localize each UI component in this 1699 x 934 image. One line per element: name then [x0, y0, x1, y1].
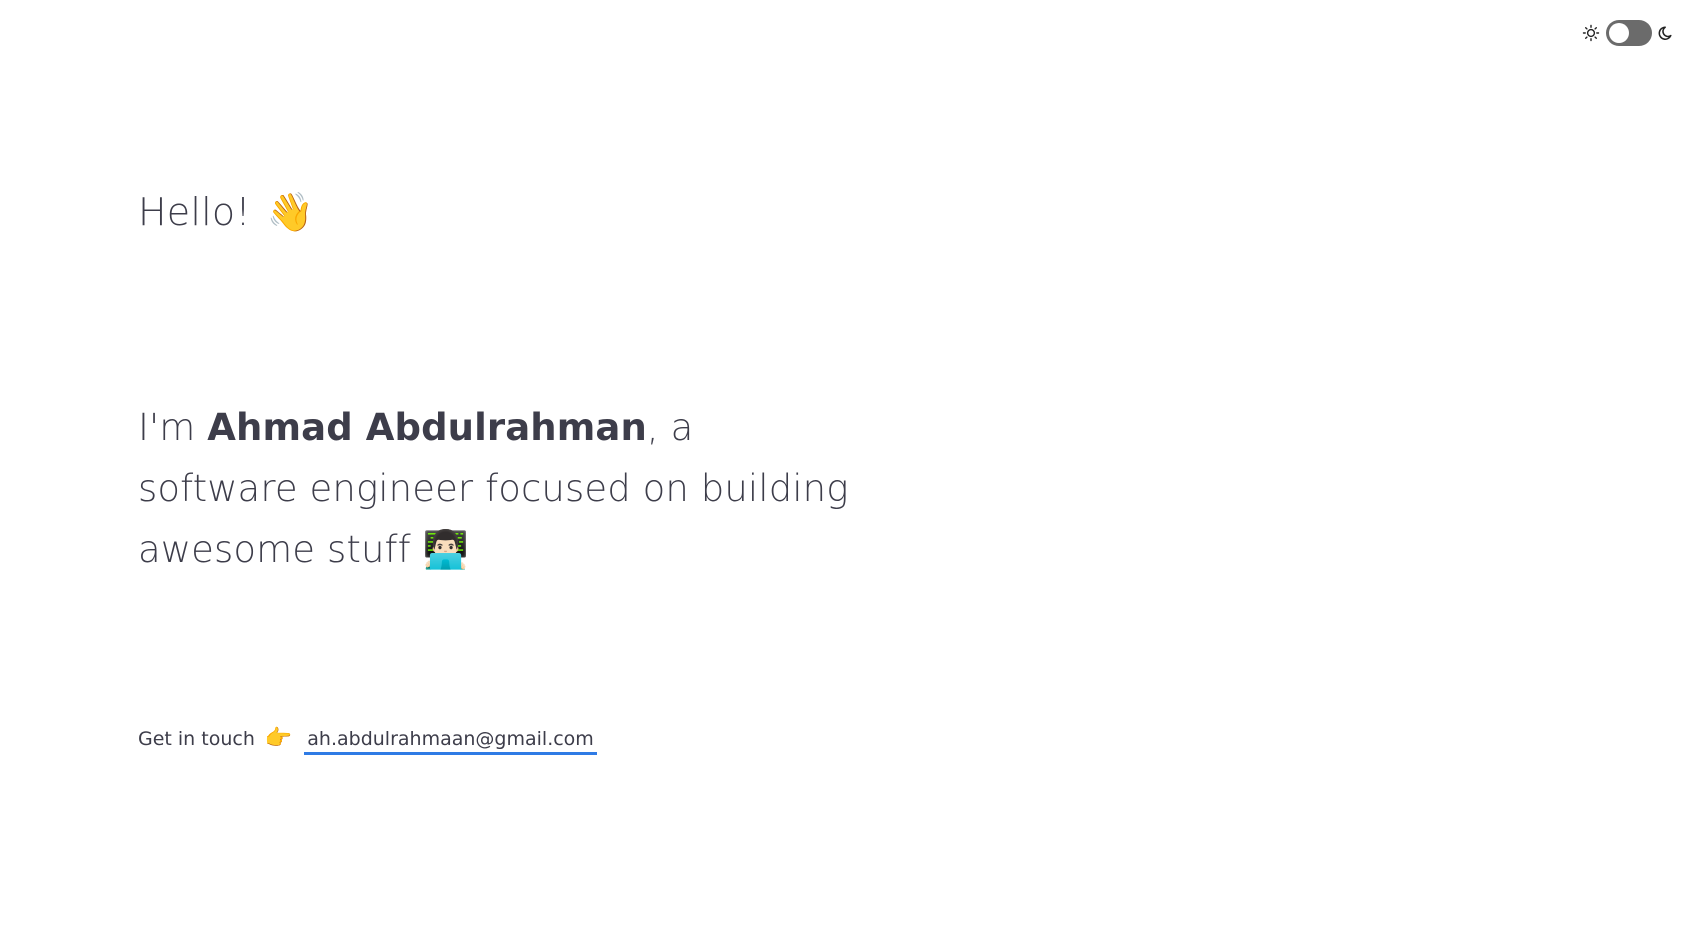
technologist-icon: 👨🏻‍💻 [422, 528, 469, 571]
waving-hand-icon: 👋 [266, 190, 315, 234]
page: Hello! 👋 I'm Ahmad Abdulrahman, a softwar… [0, 0, 1699, 934]
intro-prefix: I'm [138, 406, 208, 449]
toggle-knob [1609, 23, 1629, 43]
greeting-heading: Hello! 👋 [138, 184, 314, 240]
author-name: Ahmad Abdulrahman [207, 406, 647, 449]
theme-toggle [1582, 20, 1676, 46]
moon-icon [1658, 24, 1676, 42]
pointing-hand-icon: 👉 [264, 726, 293, 751]
sun-icon [1582, 24, 1600, 42]
greeting-text: Hello! [138, 190, 251, 234]
contact-label: Get in touch [138, 728, 255, 750]
email-link[interactable]: ah.abdulrahmaan@gmail.com [304, 728, 597, 755]
theme-toggle-switch[interactable] [1606, 20, 1652, 46]
contact-line: Get in touch 👉 ah.abdulrahmaan@gmail.com [138, 724, 597, 755]
intro-paragraph: I'm Ahmad Abdulrahman, a software engine… [138, 397, 858, 580]
